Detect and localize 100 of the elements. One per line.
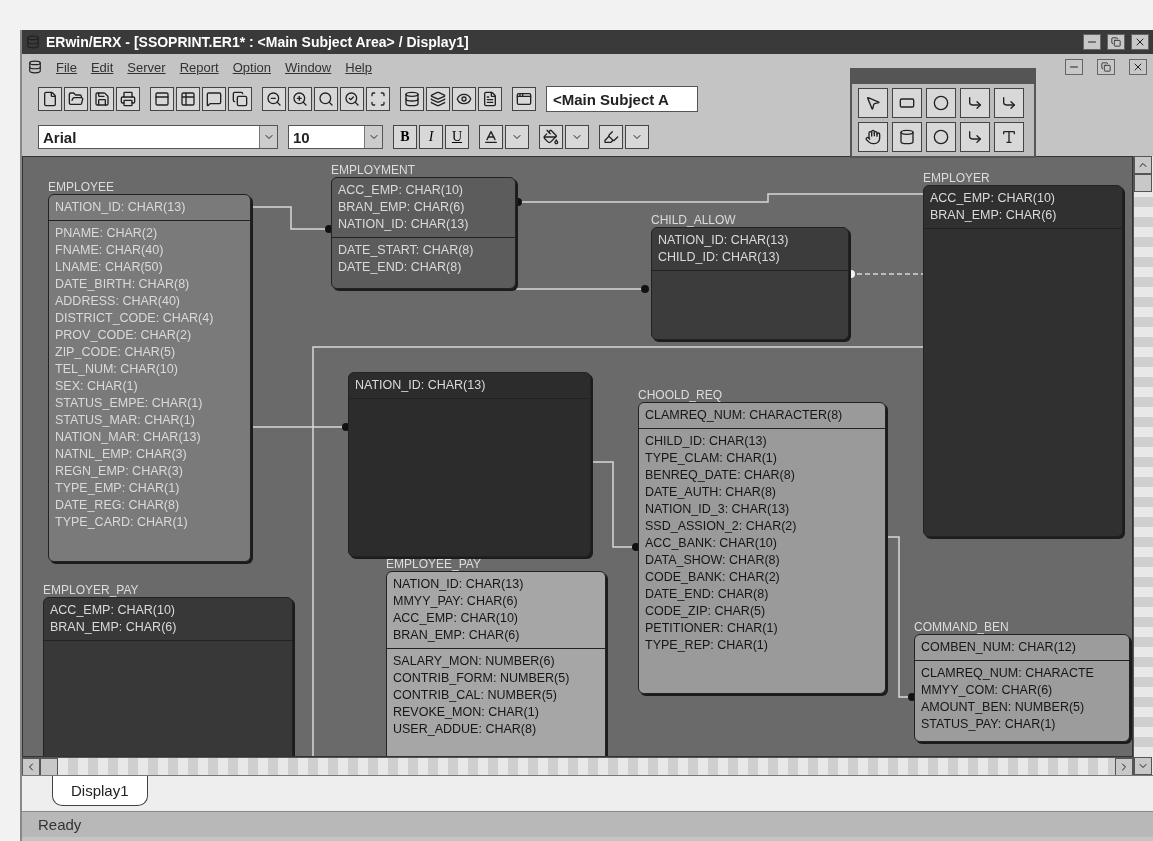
text-style-button[interactable]: B [393, 125, 417, 149]
entity-box[interactable] [48, 194, 251, 562]
text-style-button[interactable]: U [445, 125, 469, 149]
scrollbar-thumb[interactable] [1134, 174, 1152, 192]
key-attribute: COMBEN_NUM: CHAR(12) [921, 639, 1077, 656]
toolbar-button[interactable] [512, 87, 536, 111]
font-size-dropdown[interactable]: 10 [288, 125, 383, 149]
tool-button[interactable] [960, 122, 990, 152]
menu-item[interactable]: Edit [90, 59, 114, 75]
attribute-text: NATION_ID_3: CHAR(13) [645, 501, 791, 518]
close-icon [1134, 36, 1146, 48]
entity-box[interactable]: ACC_EMP: CHAR(10) BRAN_EMP: CHAR(6) [43, 597, 293, 756]
circle-icon [933, 129, 949, 145]
toolbar-button[interactable] [340, 87, 364, 111]
save-icon [94, 91, 110, 107]
menu-item[interactable]: Report [179, 59, 219, 75]
entity-name: EMPLOYER [923, 171, 990, 185]
menu-item[interactable]: File [56, 59, 77, 75]
dropdown-button[interactable] [505, 125, 529, 149]
toolbar-button[interactable] [314, 87, 338, 111]
menu-item[interactable]: Option [232, 59, 271, 75]
toolbar-button[interactable] [452, 87, 476, 111]
entity-box[interactable]: ACC_EMP: CHAR(10) BRAN_EMP: CHAR(6) [923, 185, 1123, 537]
menu-item[interactable]: Window [285, 59, 332, 75]
connector-icon [1001, 95, 1017, 111]
tool-button[interactable] [892, 88, 922, 118]
pointer-icon [865, 95, 881, 111]
entity-box[interactable]: NATION_ID: CHAR(13) CHILD_ID: CHAR(13) [651, 227, 849, 340]
toolbar-button[interactable] [479, 125, 503, 149]
attribute-text: TYPE_CARD: CHAR(1) [55, 514, 189, 531]
scroll-right-button[interactable] [1115, 758, 1133, 776]
close-button[interactable] [1129, 59, 1147, 75]
toolbar-button[interactable] [176, 87, 200, 111]
dropdown-button[interactable] [625, 125, 649, 149]
entity-box[interactable] [638, 402, 886, 694]
table-icon [180, 91, 196, 107]
menu-item[interactable]: Help [345, 59, 372, 75]
toolbar-button[interactable] [150, 87, 174, 111]
tool-button[interactable] [858, 122, 888, 152]
attribute-text: DISTRICT_CODE: CHAR(4) [55, 310, 215, 327]
folder-icon [68, 91, 84, 107]
toolbar-button[interactable] [90, 87, 114, 111]
note-icon [206, 91, 222, 107]
status-text: Ready [38, 816, 82, 833]
database-icon [404, 91, 420, 107]
key-attribute: NATION_ID: CHAR(13) [658, 232, 790, 249]
font-dropdown[interactable]: Arial [38, 125, 278, 149]
attribute-text: ADDRESS: CHAR(40) [55, 293, 182, 310]
minimize-button[interactable] [1065, 59, 1083, 75]
entity-box[interactable]: COMBEN_NUM: CHAR(12) CLAMREQ_NUM: CHARACTE MMYY_COM: CHAR(6) AMOUNT_BEN: NUMBER(5) STATUS_PAY: CHAR(1) [914, 634, 1130, 742]
toolbar-button[interactable] [400, 87, 424, 111]
maximize-button[interactable] [1097, 59, 1115, 75]
key-attribute: CHILD_ID: CHAR(13) [658, 249, 781, 266]
tool-button[interactable] [892, 122, 922, 152]
tool-button[interactable] [858, 88, 888, 118]
toolbar-button[interactable] [366, 87, 390, 111]
attribute-text: TEL_NUM: CHAR(10) [55, 361, 179, 378]
toolbar-button[interactable] [599, 125, 623, 149]
zoom-out-icon [266, 91, 282, 107]
scroll-left-button[interactable] [22, 758, 40, 776]
minimize-button[interactable] [1083, 34, 1101, 50]
toolbar-button[interactable] [116, 87, 140, 111]
attribute-text: PETITIONER: CHAR(1) [645, 620, 779, 637]
scroll-up-button[interactable] [1134, 156, 1152, 174]
entity-box[interactable]: NATION_ID: CHAR(13) [348, 372, 591, 557]
close-button[interactable] [1131, 34, 1149, 50]
pen-icon [603, 129, 619, 145]
tab[interactable]: Display1 [52, 776, 148, 806]
toolbar-button[interactable] [202, 87, 226, 111]
maximize-button[interactable] [1107, 34, 1125, 50]
dropdown-button[interactable] [565, 125, 589, 149]
toolbar-button[interactable] [539, 125, 563, 149]
attribute-text: LNAME: CHAR(50) [55, 259, 164, 276]
scrollbar-thumb[interactable] [40, 758, 58, 776]
tool-button[interactable] [926, 88, 956, 118]
entity-box[interactable]: NATION_ID: CHAR(13) MMYY_PAY: CHAR(6) ACC_EMP: CHAR(10) BRAN_EMP: CHAR(6) SALARY_MON: NUMBER(6) CONTRIB_FORM: NUMBER(5) CONTRIB_CAL: NUMBER(5) REVOKE_MON: CHAR(1) USER_ADDUE: CHAR(8) [386, 571, 606, 756]
toolbar-button[interactable] [64, 87, 88, 111]
key-attribute: NATION_ID: CHAR(13) [355, 377, 487, 394]
toolbar-button[interactable] [426, 87, 450, 111]
tool-button[interactable] [994, 88, 1024, 118]
toolbar-button[interactable] [262, 87, 286, 111]
toolbar-button[interactable] [288, 87, 312, 111]
scroll-down-button[interactable] [1134, 757, 1152, 775]
key-attribute: BRAN_EMP: CHAR(6) [338, 199, 466, 216]
toolbar-button[interactable] [38, 87, 62, 111]
connector-icon [967, 129, 983, 145]
entity-name: CHOOLD_REQ [638, 388, 723, 402]
subject-area-field[interactable]: <Main Subject A [546, 86, 698, 112]
attribute-text: DATE_END: CHAR(8) [645, 586, 770, 603]
tool-button[interactable] [926, 122, 956, 152]
menu-item[interactable]: Server [127, 59, 166, 75]
toolbar-button[interactable] [228, 87, 252, 111]
tool-button[interactable] [960, 88, 990, 118]
tool-button[interactable] [994, 122, 1024, 152]
key-attribute: ACC_EMP: CHAR(10) [930, 190, 1057, 207]
text-style-button[interactable]: I [419, 125, 443, 149]
entity-name: COMMAND_BEN [914, 620, 1009, 634]
entity-box[interactable]: ACC_EMP: CHAR(10) BRAN_EMP: CHAR(6) NATION_ID: CHAR(13) DATE_START: CHAR(8) DATE_END: CHAR(8) [331, 177, 516, 289]
toolbar-button[interactable] [478, 87, 502, 111]
attribute-text: STATUS_PAY: CHAR(1) [921, 716, 1057, 733]
